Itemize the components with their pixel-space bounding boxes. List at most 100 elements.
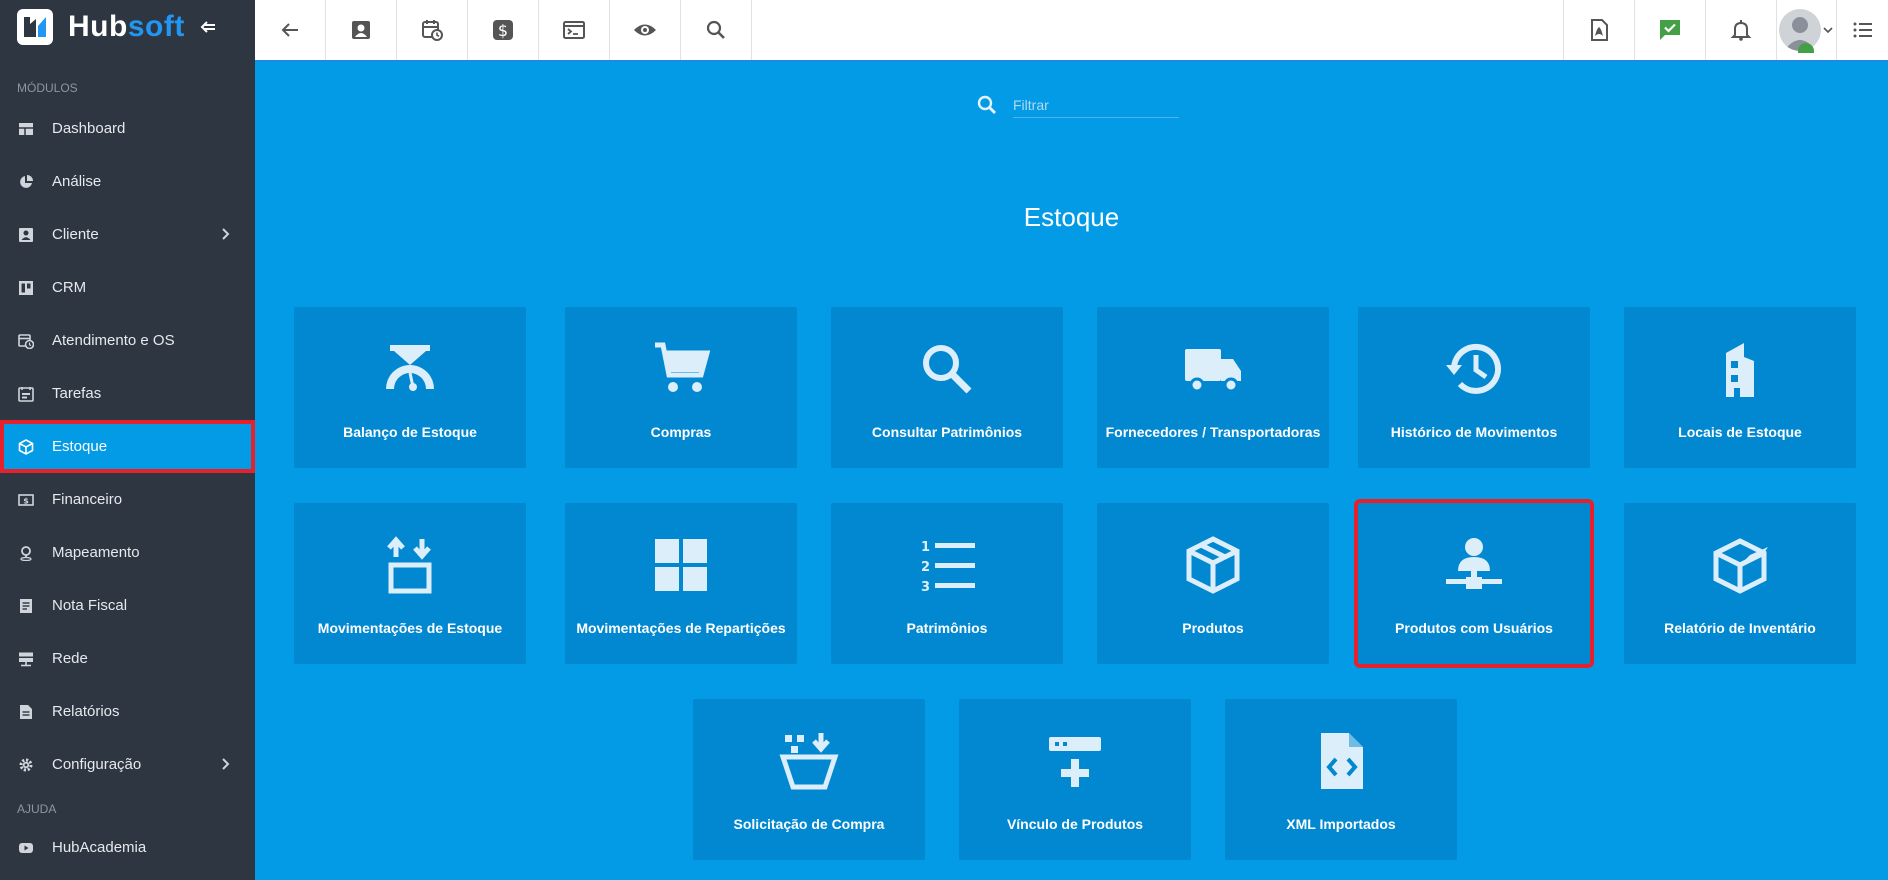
sidebar-item-label: Tarefas bbox=[52, 385, 102, 402]
sidebar-item-label: HubAcademia bbox=[52, 839, 147, 856]
tile-movimentacoes-de-estoque[interactable]: Movimentações de Estoque bbox=[294, 503, 526, 664]
tile-balanco-de-estoque[interactable]: Balanço de Estoque bbox=[294, 307, 526, 468]
view-shortcut-button[interactable] bbox=[610, 0, 681, 60]
chat-button[interactable] bbox=[1634, 0, 1705, 60]
search-shortcut-button[interactable] bbox=[681, 0, 752, 60]
tile-movimentacoes-de-reparticoes[interactable]: Movimentações de Repartições bbox=[565, 503, 797, 664]
money-icon: $ bbox=[18, 493, 34, 506]
document-icon bbox=[20, 598, 32, 613]
sidebar-item-crm[interactable]: CRM bbox=[0, 261, 255, 314]
scale-icon bbox=[386, 345, 434, 391]
basket-download-icon bbox=[779, 733, 839, 790]
tile-produtos-com-usuarios[interactable]: Produtos com Usuários bbox=[1354, 499, 1594, 668]
sidebar-item-cliente[interactable]: Cliente bbox=[0, 208, 255, 261]
gear-icon bbox=[19, 758, 33, 771]
notifications-button[interactable] bbox=[1705, 0, 1776, 60]
terminal-shortcut-button[interactable] bbox=[539, 0, 610, 60]
back-button[interactable] bbox=[255, 0, 326, 60]
main-content: Estoque Balanço de Estoque Compras Consu… bbox=[255, 62, 1888, 880]
tile-label: Compras bbox=[650, 424, 712, 440]
numbered-list-icon: 1 2 3 bbox=[921, 540, 975, 595]
code-file-icon bbox=[1321, 733, 1363, 789]
svg-text:1: 1 bbox=[921, 540, 930, 555]
sidebar-item-label: Configuração bbox=[52, 756, 142, 773]
brand: Hubsoft bbox=[0, 0, 255, 54]
finance-shortcut-button[interactable]: $ bbox=[468, 0, 539, 60]
svg-text:$: $ bbox=[498, 21, 508, 40]
sidebar-item-label: Análise bbox=[52, 173, 102, 190]
sidebar-item-nota-fiscal[interactable]: Nota Fiscal bbox=[0, 579, 255, 632]
sidebar-item-analise[interactable]: Análise bbox=[0, 155, 255, 208]
sidebar-item-relatorios[interactable]: Relatórios bbox=[0, 685, 255, 738]
tile-relatorio-de-inventario[interactable]: Relatório de Inventário bbox=[1624, 503, 1856, 664]
pie-chart-icon bbox=[20, 174, 33, 188]
map-pin-icon bbox=[20, 545, 32, 561]
truck-icon bbox=[1185, 349, 1241, 393]
sidebar-item-configuracao[interactable]: Configuração bbox=[0, 738, 255, 791]
tile-label: Consultar Patrimônios bbox=[871, 424, 1023, 440]
sidebar-item-hubacademia[interactable]: HubAcademia bbox=[0, 821, 255, 874]
filter-input[interactable] bbox=[1013, 92, 1179, 118]
tile-label: Vínculo de Produtos bbox=[1006, 816, 1144, 832]
tile-label: Movimentações de Repartições bbox=[576, 620, 786, 636]
options-menu-button[interactable] bbox=[1836, 0, 1888, 60]
service-orders-shortcut-button[interactable] bbox=[397, 0, 468, 60]
eye-icon bbox=[634, 24, 656, 36]
tile-consultar-patrimonios[interactable]: Consultar Patrimônios bbox=[831, 307, 1063, 468]
sidebar-item-rede[interactable]: Rede bbox=[0, 632, 255, 685]
pdf-button[interactable] bbox=[1563, 0, 1634, 60]
tile-label: XML Importados bbox=[1286, 816, 1396, 832]
user-menu[interactable] bbox=[1776, 0, 1836, 60]
history-icon bbox=[1446, 343, 1501, 394]
shopping-cart-icon bbox=[655, 342, 711, 392]
tile-xml-importados[interactable]: XML Importados bbox=[1225, 699, 1457, 860]
sidebar-item-atendimento-os[interactable]: Atendimento e OS bbox=[0, 314, 255, 367]
svg-text:$: $ bbox=[23, 496, 29, 505]
sidebar-item-label: CRM bbox=[52, 279, 87, 296]
sidebar-item-estoque[interactable]: Estoque bbox=[0, 420, 255, 473]
tile-produtos[interactable]: Produtos bbox=[1097, 503, 1329, 664]
tile-label: Balanço de Estoque bbox=[343, 424, 477, 440]
user-network-icon bbox=[1446, 538, 1502, 589]
youtube-icon bbox=[19, 842, 33, 853]
tile-compras[interactable]: Compras bbox=[565, 307, 797, 468]
section-modulos: MÓDULOS bbox=[17, 81, 78, 95]
calendar-clock-icon bbox=[18, 333, 34, 349]
tile-solicitacao-de-compra[interactable]: Solicitação de Compra bbox=[693, 699, 925, 860]
dollar-icon: $ bbox=[493, 20, 513, 40]
search-icon bbox=[706, 20, 725, 39]
sidebar-item-label: Cliente bbox=[52, 226, 99, 243]
tile-locais-de-estoque[interactable]: Locais de Estoque bbox=[1624, 307, 1856, 468]
top-bar: $ bbox=[255, 0, 1888, 62]
sidebar-item-label: Dashboard bbox=[52, 120, 126, 137]
collapse-sidebar-icon[interactable] bbox=[199, 18, 217, 36]
brand-hub: Hub bbox=[68, 10, 128, 43]
pdf-icon bbox=[1591, 19, 1608, 41]
filter-bar bbox=[975, 92, 1179, 118]
tile-vinculo-de-produtos[interactable]: Vínculo de Produtos bbox=[959, 699, 1191, 860]
tile-label: Produtos com Usuários bbox=[1395, 620, 1553, 636]
tile-fornecedores-transportadoras[interactable]: Fornecedores / Transportadoras bbox=[1097, 307, 1329, 468]
online-status-indicator bbox=[1798, 43, 1814, 53]
tile-label: Solicitação de Compra bbox=[733, 816, 885, 832]
magnifier-icon bbox=[923, 345, 972, 394]
top-bar-right bbox=[1563, 0, 1888, 60]
server-icon bbox=[19, 652, 33, 666]
svg-text:2: 2 bbox=[921, 560, 930, 575]
tile-label: Patrimônios bbox=[906, 620, 988, 636]
sidebar-item-tarefas[interactable]: Tarefas bbox=[0, 367, 255, 420]
dashboard-icon bbox=[19, 122, 33, 135]
sidebar-item-dashboard[interactable]: Dashboard bbox=[0, 102, 255, 155]
chevron-right-icon bbox=[222, 228, 230, 240]
bell-icon bbox=[1730, 20, 1752, 41]
hubsoft-logo-icon bbox=[17, 9, 53, 45]
open-box-icon bbox=[1713, 538, 1768, 594]
clients-shortcut-button[interactable] bbox=[326, 0, 397, 60]
terminal-icon bbox=[563, 21, 585, 39]
tile-label: Movimentações de Estoque bbox=[317, 620, 503, 636]
sidebar-item-mapeamento[interactable]: Mapeamento bbox=[0, 526, 255, 579]
sidebar-item-financeiro[interactable]: $ Financeiro bbox=[0, 473, 255, 526]
tile-historico-de-movimentos[interactable]: Histórico de Movimentos bbox=[1358, 307, 1590, 468]
tile-patrimonios[interactable]: 1 2 3 Patrimônios bbox=[831, 503, 1063, 664]
tile-label: Locais de Estoque bbox=[1678, 424, 1802, 440]
